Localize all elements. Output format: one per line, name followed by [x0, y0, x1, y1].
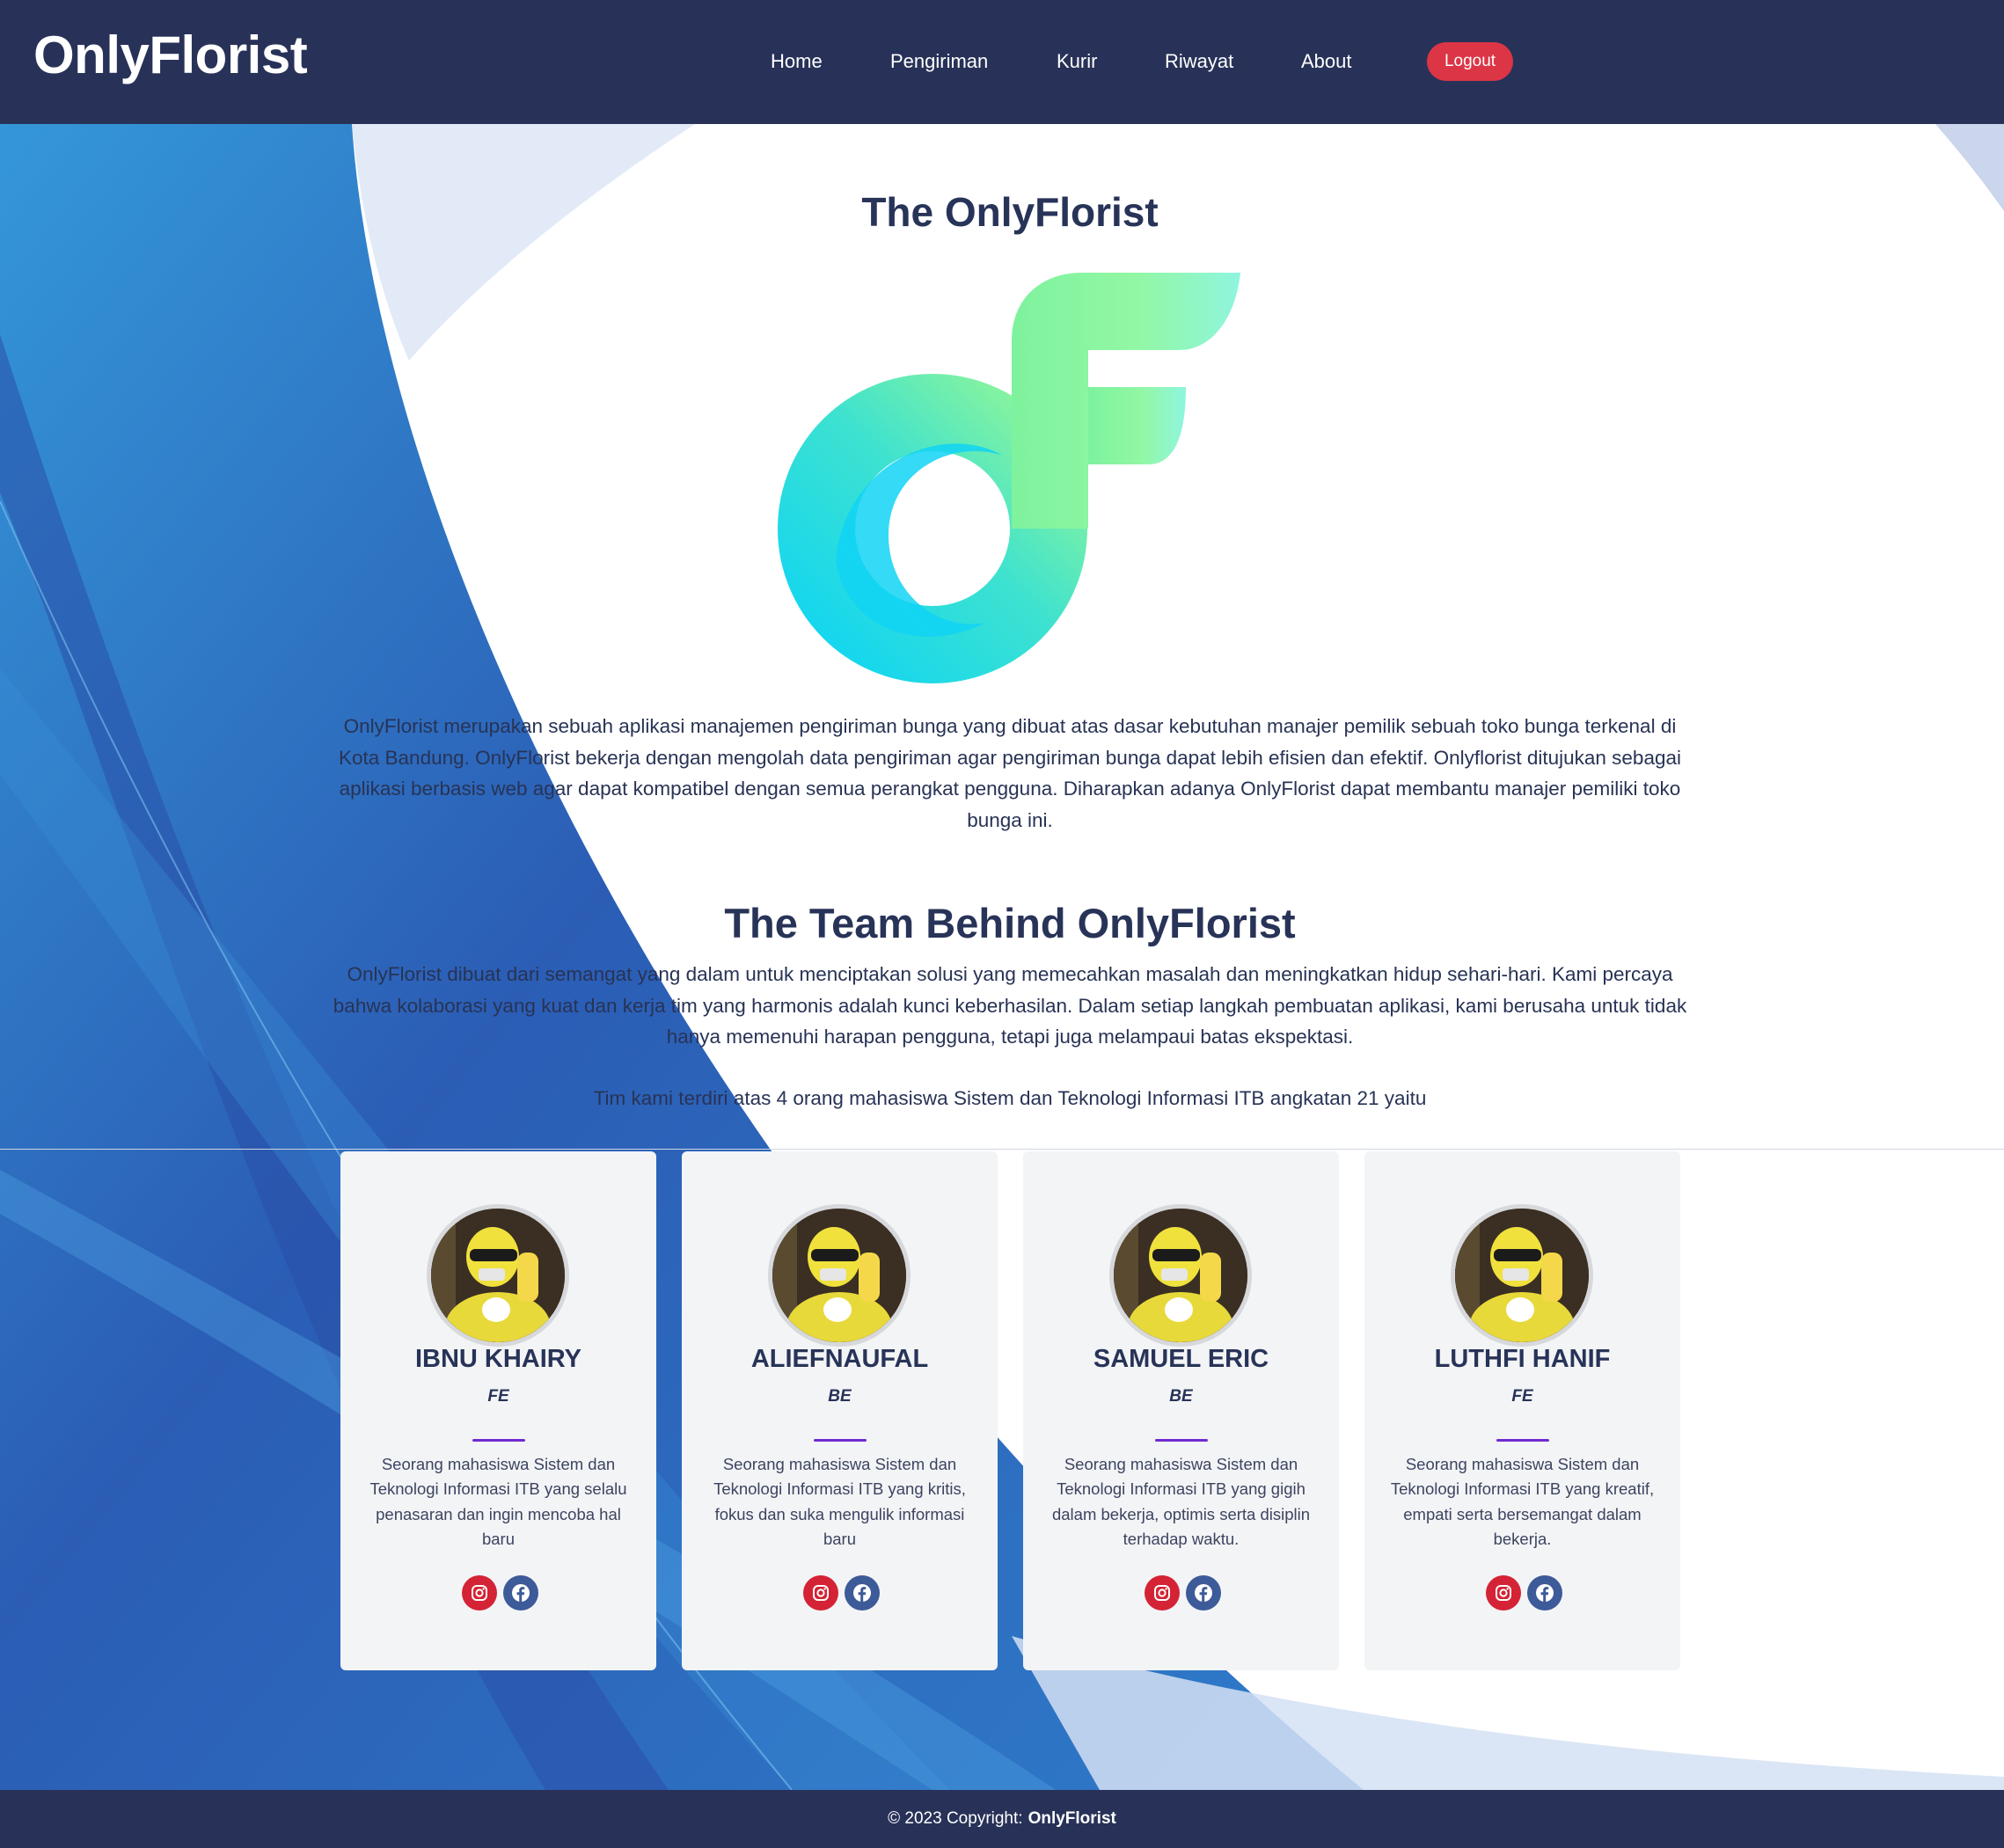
member-name: SAMUEL ERIC	[1093, 1345, 1269, 1373]
onlyflorist-logo-icon	[778, 273, 1240, 683]
member-role: BE	[1169, 1387, 1193, 1406]
footer-brand-link[interactable]: OnlyFlorist	[1028, 1809, 1116, 1829]
section-divider	[0, 1149, 2004, 1150]
member-name: ALIEFNAUFAL	[750, 1345, 929, 1373]
nav-link-about[interactable]: About	[1301, 50, 1352, 73]
member-name: LUTHFI HANIF	[1434, 1345, 1611, 1373]
member-description: Seorang mahasiswa Sistem dan Teknologi I…	[713, 1455, 966, 1548]
member-role: BE	[828, 1387, 852, 1406]
instagram-icon[interactable]	[462, 1575, 497, 1611]
brand-logo[interactable]: OnlyFlorist	[33, 25, 308, 85]
nav-link-riwayat[interactable]: Riwayat	[1165, 50, 1233, 73]
team-card: LUTHFI HANIF FE Seorang mahasiswa Sistem…	[1364, 1151, 1680, 1670]
accent-divider	[1155, 1439, 1208, 1442]
navbar: OnlyFlorist Home Pengiriman Kurir Riwaya…	[0, 0, 2004, 124]
accent-divider	[472, 1439, 525, 1442]
member-role: FE	[1511, 1387, 1533, 1406]
avatar	[1451, 1204, 1593, 1347]
footer: © 2023 Copyright: OnlyFlorist	[0, 1790, 2004, 1848]
about-page: The OnlyFlorist OnlyFlorist merupakan se…	[0, 0, 2004, 1848]
about-description: OnlyFlorist merupakan sebuah aplikasi ma…	[339, 715, 1681, 831]
facebook-icon[interactable]	[845, 1575, 880, 1611]
facebook-icon[interactable]	[1527, 1575, 1562, 1611]
team-intro: OnlyFlorist dibuat dari semangat yang da…	[333, 963, 1687, 1048]
copyright-text: © 2023 Copyright:	[888, 1809, 1023, 1828]
instagram-icon[interactable]	[1145, 1575, 1180, 1611]
team-card: SAMUEL ERIC BE Seorang mahasiswa Sistem …	[1023, 1151, 1339, 1670]
facebook-icon[interactable]	[503, 1575, 538, 1611]
member-name: IBNU KHAIRY	[414, 1345, 582, 1373]
team-summary: Tim kami terdiri atas 4 orang mahasiswa …	[593, 1087, 1427, 1109]
avatar	[1109, 1204, 1252, 1347]
accent-divider	[814, 1439, 867, 1442]
accent-divider	[1496, 1439, 1549, 1442]
logout-button[interactable]: Logout	[1427, 42, 1513, 81]
nav-link-home[interactable]: Home	[771, 50, 823, 73]
nav-link-kurir[interactable]: Kurir	[1057, 50, 1097, 73]
facebook-icon[interactable]	[1186, 1575, 1221, 1611]
team-card: IBNU KHAIRY FE Seorang mahasiswa Sistem …	[340, 1151, 656, 1670]
nav-link-pengiriman[interactable]: Pengiriman	[890, 50, 988, 73]
about-title: The OnlyFlorist	[861, 189, 1159, 235]
instagram-icon[interactable]	[803, 1575, 838, 1611]
member-description: Seorang mahasiswa Sistem dan Teknologi I…	[1051, 1455, 1311, 1548]
avatar	[427, 1204, 569, 1347]
team-card: ALIEFNAUFAL BE Seorang mahasiswa Sistem …	[682, 1151, 998, 1670]
member-description: Seorang mahasiswa Sistem dan Teknologi I…	[369, 1455, 627, 1548]
instagram-icon[interactable]	[1486, 1575, 1521, 1611]
avatar	[768, 1204, 911, 1347]
team-title: The Team Behind OnlyFlorist	[724, 900, 1296, 946]
member-description: Seorang mahasiswa Sistem dan Teknologi I…	[1390, 1455, 1655, 1548]
member-role: FE	[487, 1387, 509, 1406]
